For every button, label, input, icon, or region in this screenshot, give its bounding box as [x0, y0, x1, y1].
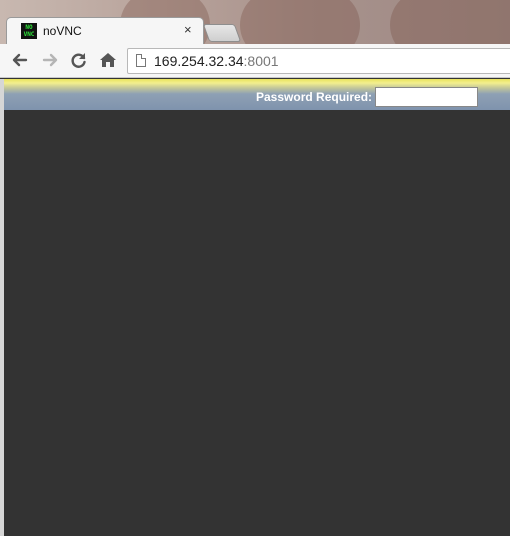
tab-strip: NO VNC noVNC ×	[0, 0, 510, 44]
password-label: Password Required:	[256, 90, 373, 104]
home-icon	[100, 53, 116, 67]
arrow-left-icon	[12, 53, 28, 67]
background-decoration	[390, 0, 510, 44]
url-text[interactable]: 169.254.32.34:8001	[154, 53, 279, 69]
arrow-right-icon	[42, 53, 58, 67]
reload-button[interactable]	[69, 50, 89, 70]
url-host: 169.254.32.34	[154, 53, 244, 69]
novnc-control-bar: Password Required:	[4, 79, 510, 110]
tab-novnc[interactable]: NO VNC noVNC ×	[6, 17, 204, 44]
forward-button[interactable]	[40, 50, 60, 70]
url-port: :8001	[243, 53, 279, 69]
tab-title: noVNC	[43, 24, 82, 38]
new-tab-button[interactable]	[202, 24, 242, 42]
novnc-favicon-icon: NO VNC	[21, 23, 37, 39]
address-bar[interactable]: 169.254.32.34:8001	[127, 48, 510, 74]
browser-toolbar: 169.254.32.34:8001	[0, 44, 510, 78]
home-button[interactable]	[98, 50, 118, 70]
background-decoration	[240, 0, 360, 44]
page-icon	[136, 54, 146, 67]
tab-close-icon[interactable]: ×	[184, 23, 192, 37]
password-input[interactable]	[375, 87, 478, 107]
vnc-canvas[interactable]	[4, 110, 510, 536]
browser-window: NO VNC noVNC × 169.254.32.34:8001 Passwo…	[0, 0, 510, 536]
reload-icon	[71, 53, 86, 68]
back-button[interactable]	[10, 50, 30, 70]
